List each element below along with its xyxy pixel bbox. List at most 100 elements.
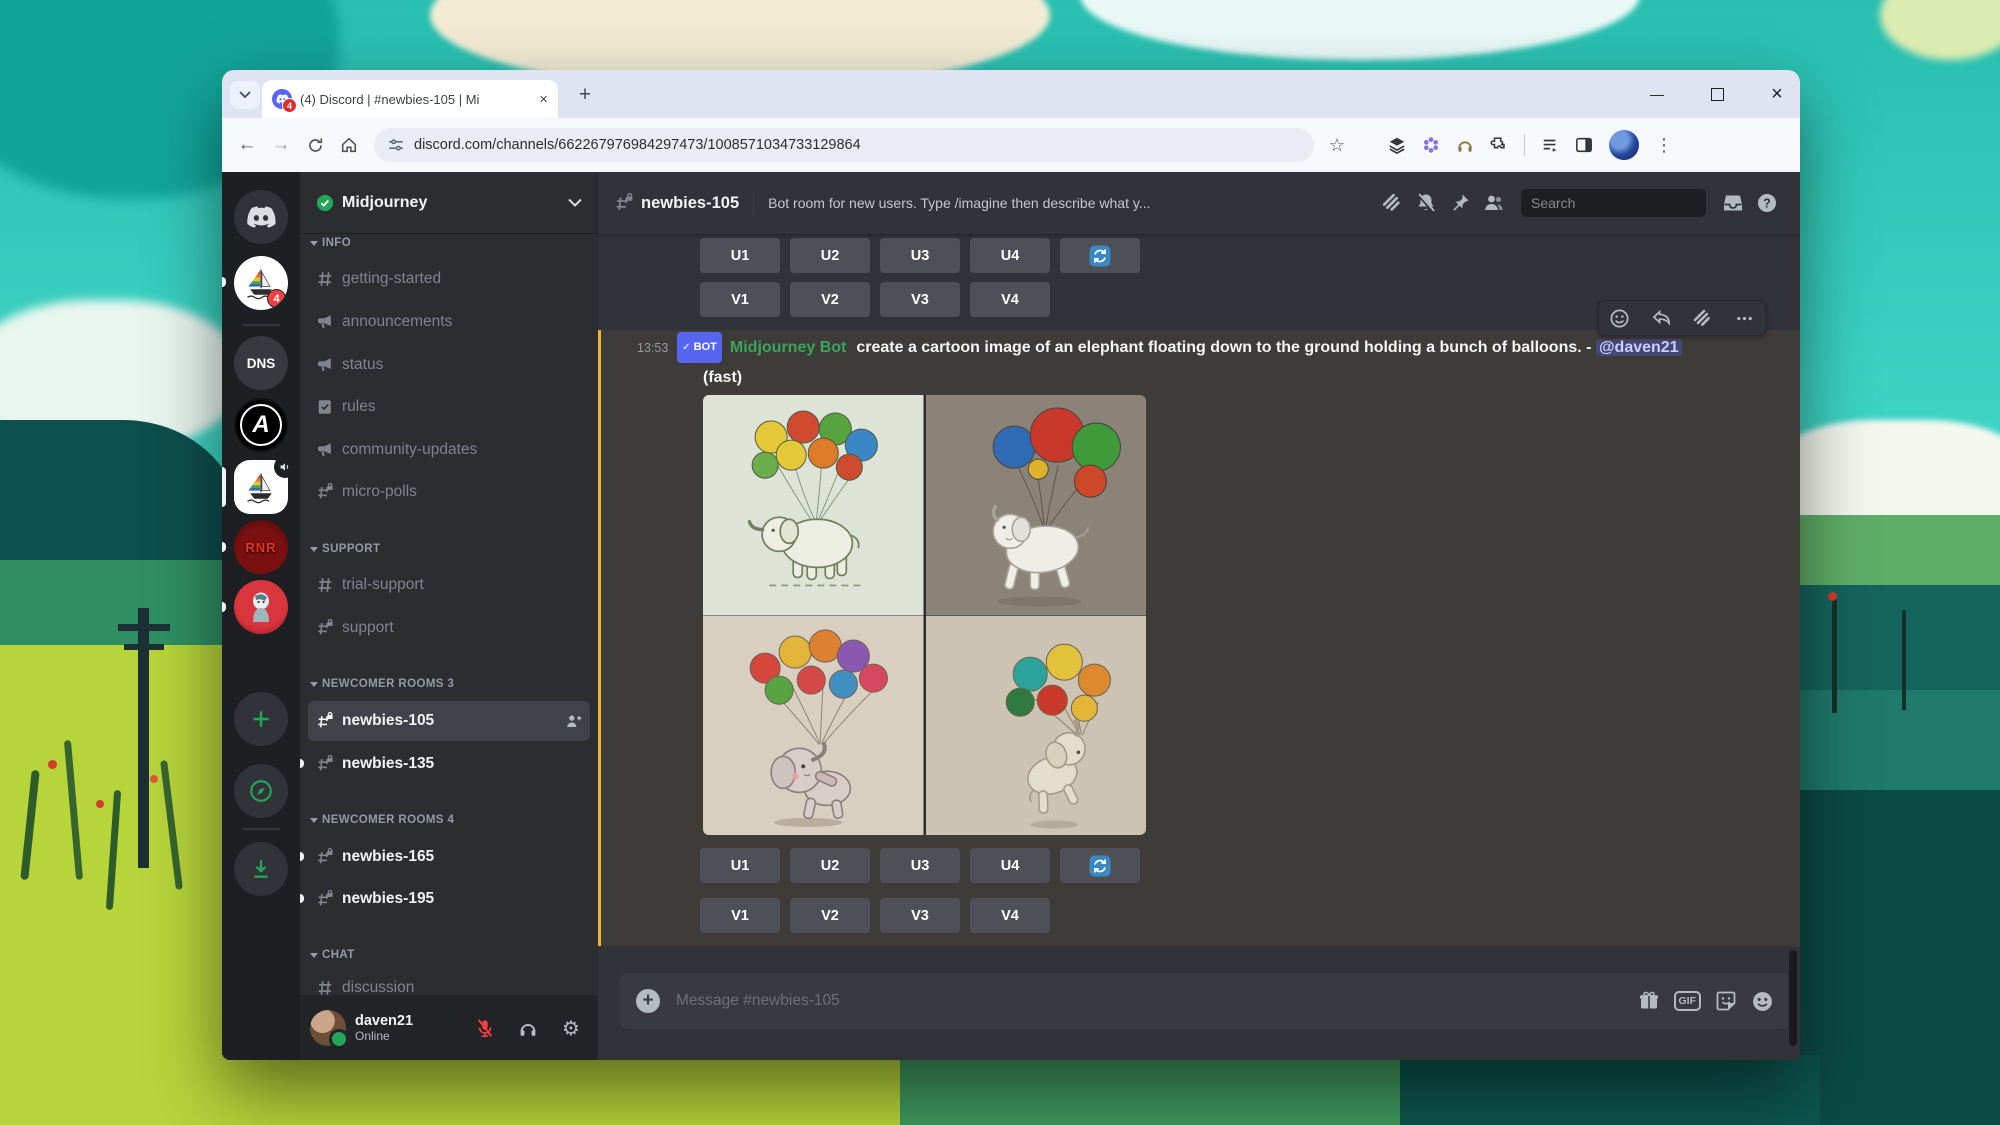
- tab-search-button[interactable]: [230, 81, 260, 109]
- minimize-button[interactable]: —: [1634, 70, 1680, 118]
- variation-button-v3[interactable]: V3: [880, 282, 960, 317]
- discord-home-button[interactable]: [234, 190, 288, 244]
- channel-newbies-135[interactable]: newbies-135: [308, 744, 590, 784]
- hash-lock-icon: [316, 848, 334, 866]
- channel-status[interactable]: status: [308, 345, 590, 385]
- upscale-button-u3[interactable]: U3: [880, 848, 960, 883]
- variation-button-v2[interactable]: V2: [790, 282, 870, 317]
- server-a-logo[interactable]: A: [234, 398, 288, 452]
- variation-button-v4[interactable]: V4: [970, 282, 1050, 317]
- message-input[interactable]: [674, 991, 1624, 1011]
- member-list-button[interactable]: [1477, 186, 1511, 220]
- message-author[interactable]: Midjourney Bot: [730, 339, 846, 356]
- create-invite-icon[interactable]: [565, 713, 582, 730]
- channel-newbies-195[interactable]: newbies-195: [308, 879, 590, 919]
- sticker-picker-button[interactable]: [1715, 990, 1737, 1012]
- browser-tab[interactable]: 4 (4) Discord | #newbies-105 | Mi ×: [262, 80, 558, 118]
- pinned-messages-button[interactable]: [1443, 186, 1477, 220]
- channel-newbies-165[interactable]: newbies-165: [308, 837, 590, 877]
- address-bar[interactable]: discord.com/channels/662267976984297473/…: [374, 128, 1314, 162]
- user-info[interactable]: daven21 Online: [355, 1013, 459, 1043]
- reading-list-icon[interactable]: [1533, 128, 1567, 162]
- hash-lock-icon: [614, 193, 634, 213]
- reroll-button[interactable]: [1060, 238, 1140, 273]
- server-red-avatar[interactable]: [234, 580, 288, 634]
- server-midjourney[interactable]: 4: [234, 256, 288, 310]
- category-chat[interactable]: CHAT: [310, 944, 355, 966]
- upscale-button-u2[interactable]: U2: [790, 848, 870, 883]
- reply-button[interactable]: [1651, 308, 1672, 329]
- search-input[interactable]: [1529, 194, 1714, 212]
- layers-extension-icon[interactable]: [1380, 128, 1414, 162]
- new-tab-button[interactable]: +: [570, 82, 600, 108]
- bookmark-star-button[interactable]: ☆: [1320, 128, 1354, 162]
- forward-button[interactable]: →: [264, 128, 298, 162]
- help-button[interactable]: ?: [1750, 186, 1784, 220]
- channel-rules[interactable]: rules: [308, 387, 590, 427]
- gift-button[interactable]: [1638, 990, 1660, 1012]
- channel-getting-started[interactable]: getting-started: [308, 259, 590, 299]
- chat-scrollbar-thumb[interactable]: [1789, 950, 1797, 1046]
- gif-picker-button[interactable]: GIF: [1674, 991, 1702, 1011]
- close-window-button[interactable]: ×: [1754, 70, 1800, 118]
- category-info[interactable]: INFO: [310, 232, 351, 254]
- variation-button-v2[interactable]: V2: [790, 898, 870, 933]
- notification-settings-button[interactable]: [1409, 186, 1443, 220]
- settings-button[interactable]: ⚙: [554, 1011, 588, 1045]
- upscale-button-u1[interactable]: U1: [700, 238, 780, 273]
- flower-extension-icon[interactable]: [1414, 128, 1448, 162]
- channel-community-updates[interactable]: community-updates: [308, 430, 590, 470]
- inbox-button[interactable]: [1716, 186, 1750, 220]
- rnr-label: RNR: [245, 540, 276, 555]
- category-newcomer-rooms-4[interactable]: NEWCOMER ROOMS 4: [310, 809, 454, 831]
- browser-menu-kebab[interactable]: ⋮: [1647, 128, 1681, 162]
- variation-button-v3[interactable]: V3: [880, 898, 960, 933]
- generated-image-grid[interactable]: [703, 395, 1146, 835]
- variation-button-v1[interactable]: V1: [700, 898, 780, 933]
- add-reaction-button[interactable]: [1609, 308, 1630, 329]
- tab-close-button[interactable]: ×: [539, 91, 548, 108]
- channel-support[interactable]: support: [308, 608, 590, 648]
- variation-button-v1[interactable]: V1: [700, 282, 780, 317]
- threads-button[interactable]: [1375, 186, 1409, 220]
- attach-file-button[interactable]: +: [636, 989, 660, 1013]
- mic-muted-button[interactable]: [468, 1011, 502, 1045]
- upscale-button-u3[interactable]: U3: [880, 238, 960, 273]
- server-header[interactable]: Midjourney: [300, 172, 598, 234]
- extensions-puzzle-icon[interactable]: [1482, 128, 1516, 162]
- reroll-button[interactable]: [1060, 848, 1140, 883]
- create-thread-button[interactable]: [1692, 308, 1713, 329]
- profile-avatar[interactable]: [1609, 130, 1639, 160]
- add-server-button[interactable]: [234, 692, 288, 746]
- upscale-button-u4[interactable]: U4: [970, 238, 1050, 273]
- verified-check-icon: ✓: [682, 333, 690, 362]
- maximize-button[interactable]: [1694, 70, 1740, 118]
- headphones-extension-icon[interactable]: [1448, 128, 1482, 162]
- home-button[interactable]: [332, 128, 366, 162]
- deafen-button[interactable]: [511, 1011, 545, 1045]
- channel-newbies-105[interactable]: newbies-105: [308, 701, 590, 741]
- upscale-button-u2[interactable]: U2: [790, 238, 870, 273]
- upscale-button-u1[interactable]: U1: [700, 848, 780, 883]
- side-panel-icon[interactable]: [1567, 128, 1601, 162]
- upscale-button-u4[interactable]: U4: [970, 848, 1050, 883]
- explore-servers-button[interactable]: [234, 764, 288, 818]
- online-status-dot: [329, 1029, 349, 1049]
- server-rnr[interactable]: RNR: [234, 520, 288, 574]
- category-support[interactable]: SUPPORT: [310, 538, 380, 560]
- channel-topic[interactable]: Bot room for new users. Type /imagine th…: [768, 195, 1150, 211]
- more-actions-button[interactable]: [1734, 308, 1755, 329]
- variation-button-v4[interactable]: V4: [970, 898, 1050, 933]
- search-box[interactable]: [1521, 189, 1706, 217]
- back-button[interactable]: ←: [230, 128, 264, 162]
- user-avatar[interactable]: [310, 1010, 346, 1046]
- channel-micro-polls[interactable]: micro-polls: [308, 472, 590, 512]
- download-apps-button[interactable]: [234, 842, 288, 896]
- user-mention[interactable]: @daven21: [1596, 339, 1682, 356]
- server-dns[interactable]: DNS: [234, 336, 288, 390]
- reload-button[interactable]: [298, 128, 332, 162]
- channel-announcements[interactable]: announcements: [308, 302, 590, 342]
- channel-trial-support[interactable]: trial-support: [308, 565, 590, 605]
- category-newcomer-rooms-3[interactable]: NEWCOMER ROOMS 3: [310, 673, 454, 695]
- emoji-picker-button[interactable]: [1751, 990, 1774, 1013]
